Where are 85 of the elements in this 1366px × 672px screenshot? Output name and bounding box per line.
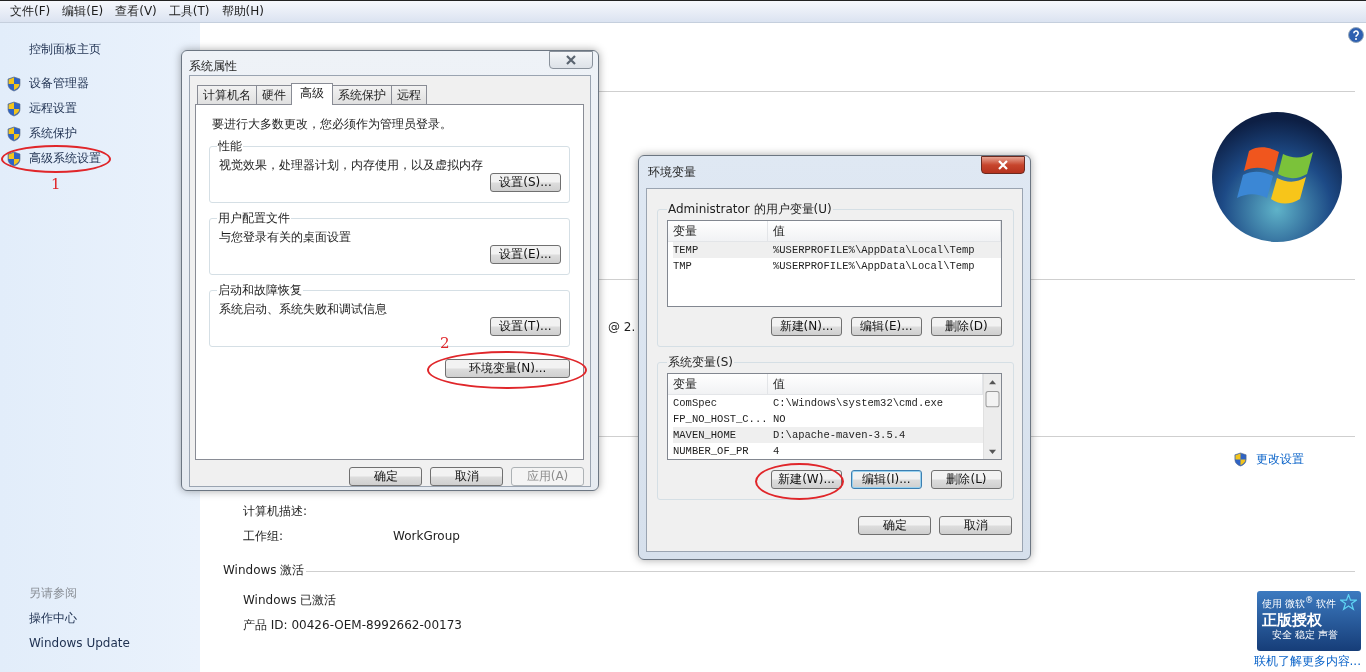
field-label: 工作组: [243,528,285,545]
list-row[interactable]: ComSpec C:\Windows\system32\cmd.exe [673,395,983,411]
control-panel-home-link[interactable]: 控制面板主页 [29,41,101,57]
dialog-button[interactable]: 删除(D) [931,317,1002,336]
scrollbar[interactable] [983,374,1001,459]
sidebar-link[interactable]: Windows Update [29,631,130,656]
menu-item[interactable]: 文件(F) [4,3,57,20]
dialog-button[interactable]: 确定 [858,516,931,535]
badge-text: 使用 [1262,597,1282,612]
dialog-button[interactable]: 设置(S)... [490,173,561,192]
list-row[interactable]: TEMP %USERPROFILE%\AppData\Local\Temp [673,242,1001,258]
list-cell-text: NO [773,412,787,427]
shield-icon [1233,452,1248,467]
help-icon[interactable] [1348,27,1364,43]
learn-more-link[interactable]: 联机了解更多内容... [1253,653,1361,670]
task-link[interactable]: 高级系统设置 [29,150,101,167]
list-row[interactable]: MAVEN_HOME D:\apache-maven-3.5.4 [673,427,983,443]
dialog-button[interactable]: 设置(T)... [490,317,561,336]
badge-text: 安全 稳定 声誉 [1272,629,1340,642]
close-icon [565,55,577,65]
task-link[interactable]: 设备管理器 [29,75,89,92]
column-header[interactable]: 值 [768,221,1001,241]
group-title: 启动和故障恢复 [217,282,303,299]
annotation-number: 1 [51,175,61,193]
dialog-button[interactable]: 编辑(E)... [851,317,922,336]
genuine-badge[interactable]: 使用 微软$^{®}$ 软件 正版授权 安全 稳定 声誉 [1257,591,1361,651]
badge-title: 正版授权 [1262,611,1323,630]
shield-icon [6,100,22,117]
product-id: 产品 ID: 00426-OEM-8992662-00173 [243,617,462,634]
list-cell-text: %USERPROFILE%\AppData\Local\Temp [773,243,976,258]
column-header[interactable]: 变量 [668,374,768,394]
list-cell-text: NUMBER_OF_PR [673,444,750,459]
annotation-number: 2 [440,334,450,352]
list-cell-text: FP_NO_HOST_C... [673,412,769,427]
shield-icon [6,150,22,167]
group-title: 系统变量(S) [667,354,734,371]
group-title: Administrator 的用户变量(U) [667,201,833,218]
task-link[interactable]: 远程设置 [29,100,77,117]
section-label: 另请参阅 [29,585,77,602]
field-value: WorkGroup [393,528,460,545]
list-cell-text: D:\apache-maven-3.5.4 [773,428,907,443]
dialog-button[interactable]: 新建(W)... [771,470,842,489]
dialog-button[interactable]: 编辑(I)... [851,470,922,489]
group-description: 系统启动、系统失败和调试信息 [219,301,388,317]
close-icon [997,160,1009,170]
dialog-button[interactable]: 取消 [939,516,1012,535]
processor-text: @ 2. [608,320,636,334]
dialog-title: 系统属性 [189,58,237,75]
list-row[interactable]: TMP %USERPROFILE%\AppData\Local\Temp [673,258,1001,274]
list-cell-text: ComSpec [673,396,719,411]
menu-item[interactable]: 编辑(E) [56,3,110,20]
dialog-button[interactable]: 新建(N)... [771,317,842,336]
shield-icon [6,75,22,92]
group-title: 用户配置文件 [217,210,291,227]
sidebar-link[interactable]: 操作中心 [29,606,77,631]
section-title: Windows 激活 [223,562,305,578]
group-description: 与您登录有关的桌面设置 [219,229,352,245]
shield-icon [6,125,22,142]
dialog-button[interactable]: 环境变量(N)... [445,359,570,378]
list-cell-text: TMP [673,259,693,274]
list-row[interactable]: FP_NO_HOST_C... NO [673,411,983,427]
column-header[interactable]: 变量 [668,221,768,241]
list-cell-text: MAVEN_HOME [673,428,737,443]
list-cell-text: C:\Windows\system32\cmd.exe [773,396,945,411]
dialog-title: 环境变量 [648,164,696,181]
group-description: 视觉效果，处理器计划，内存使用，以及虚拟内存 [219,157,484,173]
badge-text: 微软$^{®}$ [1285,595,1314,612]
admin-note: 要进行大多数更改，您必须作为管理员登录。 [212,117,453,132]
dialog-button[interactable]: 设置(E)... [490,245,561,264]
change-settings-link[interactable]: 更改设置 [1233,451,1304,468]
menu-item[interactable]: 工具(T) [162,3,216,20]
field-label: 计算机描述: [243,503,309,520]
task-link[interactable]: 系统保护 [29,125,77,142]
list-cell-text: 4 [773,444,781,459]
dialog-button[interactable]: 删除(L) [931,470,1002,489]
menu-item[interactable]: 帮助(H) [215,3,270,20]
menu-item[interactable]: 查看(V) [109,3,163,20]
activation-status: Windows 已激活 [243,592,338,609]
badge-text: 软件 [1316,597,1337,612]
star-icon [1340,594,1357,611]
close-button[interactable] [981,156,1025,174]
list-cell-text: %USERPROFILE%\AppData\Local\Temp [773,259,976,274]
list-cell-text: TEMP [673,243,700,258]
group-title: 性能 [217,138,243,155]
list-row[interactable]: NUMBER_OF_PR 4 [673,443,983,459]
